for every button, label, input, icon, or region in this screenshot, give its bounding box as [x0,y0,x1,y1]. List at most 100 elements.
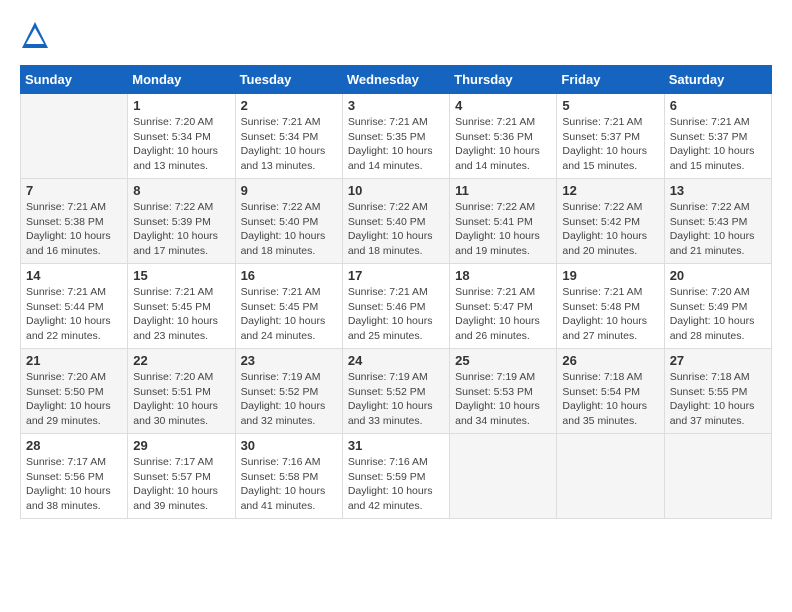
day-number: 26 [562,353,658,368]
calendar-cell: 27 Sunrise: 7:18 AMSunset: 5:55 PMDayligh… [664,349,771,434]
day-info: Sunrise: 7:22 AMSunset: 5:40 PMDaylight:… [348,200,444,259]
calendar-cell: 17Sunrise: 7:21 AMSunset: 5:46 PMDayligh… [342,264,449,349]
day-info: Sunrise: 7:22 AMSunset: 5:41 PMDaylight:… [455,200,551,259]
calendar-cell: 30Sunrise: 7:16 AMSunset: 5:58 PMDayligh… [235,434,342,519]
day-number: 16 [241,268,337,283]
day-info: Sunrise: 7:19 AMSunset: 5:52 PMDaylight:… [241,370,337,429]
logo-icon [20,20,50,50]
calendar-header-saturday: Saturday [664,66,771,94]
day-info: Sunrise: 7:18 AMSunset: 5:54 PMDaylight:… [562,370,658,429]
day-info: Sunrise: 7:22 AMSunset: 5:43 PMDaylight:… [670,200,766,259]
calendar-cell [557,434,664,519]
calendar-cell: 19Sunrise: 7:21 AMSunset: 5:48 PMDayligh… [557,264,664,349]
day-info: Sunrise: 7:20 AMSunset: 5:49 PMDaylight:… [670,285,766,344]
day-info: Sunrise: 7:16 AMSunset: 5:59 PMDaylight:… [348,455,444,514]
calendar-cell: 9 Sunrise: 7:22 AMSunset: 5:40 PMDaylight… [235,179,342,264]
day-number: 28 [26,438,122,453]
calendar-header-sunday: Sunday [21,66,128,94]
calendar-cell: 4 Sunrise: 7:21 AMSunset: 5:36 PMDaylight… [450,94,557,179]
day-number: 25 [455,353,551,368]
day-info: Sunrise: 7:21 AMSunset: 5:35 PMDaylight:… [348,115,444,174]
calendar-cell: 22 Sunrise: 7:20 AMSunset: 5:51 PMDayligh… [128,349,235,434]
calendar-cell: 5 Sunrise: 7:21 AMSunset: 5:37 PMDaylight… [557,94,664,179]
day-number: 8 [133,183,229,198]
calendar-table: SundayMondayTuesdayWednesdayThursdayFrid… [20,65,772,519]
day-info: Sunrise: 7:21 AMSunset: 5:45 PMDaylight:… [133,285,229,344]
day-info: Sunrise: 7:20 AMSunset: 5:51 PMDaylight:… [133,370,229,429]
calendar-cell: 15 Sunrise: 7:21 AMSunset: 5:45 PMDayligh… [128,264,235,349]
calendar-header-tuesday: Tuesday [235,66,342,94]
day-info: Sunrise: 7:21 AMSunset: 5:34 PMDaylight:… [241,115,337,174]
day-number: 4 [455,98,551,113]
calendar-week-5: 28Sunrise: 7:17 AMSunset: 5:56 PMDayligh… [21,434,772,519]
calendar-cell: 23 Sunrise: 7:19 AMSunset: 5:52 PMDayligh… [235,349,342,434]
calendar-cell: 6Sunrise: 7:21 AMSunset: 5:37 PMDaylight… [664,94,771,179]
day-info: Sunrise: 7:20 AMSunset: 5:34 PMDaylight:… [133,115,229,174]
day-number: 18 [455,268,551,283]
calendar-cell [664,434,771,519]
day-info: Sunrise: 7:22 AMSunset: 5:40 PMDaylight:… [241,200,337,259]
calendar-cell: 28Sunrise: 7:17 AMSunset: 5:56 PMDayligh… [21,434,128,519]
day-info: Sunrise: 7:22 AMSunset: 5:42 PMDaylight:… [562,200,658,259]
day-number: 2 [241,98,337,113]
day-number: 17 [348,268,444,283]
calendar-header-thursday: Thursday [450,66,557,94]
page-header [20,20,772,50]
calendar-cell: 31 Sunrise: 7:16 AMSunset: 5:59 PMDayligh… [342,434,449,519]
day-number: 13 [670,183,766,198]
day-number: 31 [348,438,444,453]
day-info: Sunrise: 7:21 AMSunset: 5:45 PMDaylight:… [241,285,337,344]
day-info: Sunrise: 7:21 AMSunset: 5:37 PMDaylight:… [670,115,766,174]
day-number: 3 [348,98,444,113]
calendar-cell: 21Sunrise: 7:20 AMSunset: 5:50 PMDayligh… [21,349,128,434]
calendar-cell: 20 Sunrise: 7:20 AMSunset: 5:49 PMDayligh… [664,264,771,349]
day-info: Sunrise: 7:21 AMSunset: 5:44 PMDaylight:… [26,285,122,344]
day-number: 14 [26,268,122,283]
day-info: Sunrise: 7:21 AMSunset: 5:47 PMDaylight:… [455,285,551,344]
calendar-cell: 2 Sunrise: 7:21 AMSunset: 5:34 PMDaylight… [235,94,342,179]
day-number: 1 [133,98,229,113]
calendar-cell: 18 Sunrise: 7:21 AMSunset: 5:47 PMDayligh… [450,264,557,349]
logo [20,20,54,50]
calendar-cell: 13 Sunrise: 7:22 AMSunset: 5:43 PMDayligh… [664,179,771,264]
day-number: 20 [670,268,766,283]
day-info: Sunrise: 7:21 AMSunset: 5:38 PMDaylight:… [26,200,122,259]
calendar-week-1: 1 Sunrise: 7:20 AMSunset: 5:34 PMDaylight… [21,94,772,179]
calendar-cell: 1 Sunrise: 7:20 AMSunset: 5:34 PMDaylight… [128,94,235,179]
day-info: Sunrise: 7:19 AMSunset: 5:53 PMDaylight:… [455,370,551,429]
day-number: 15 [133,268,229,283]
calendar-cell: 14 Sunrise: 7:21 AMSunset: 5:44 PMDayligh… [21,264,128,349]
day-number: 27 [670,353,766,368]
day-info: Sunrise: 7:21 AMSunset: 5:48 PMDaylight:… [562,285,658,344]
day-number: 29 [133,438,229,453]
day-number: 22 [133,353,229,368]
day-number: 11 [455,183,551,198]
calendar-cell: 16 Sunrise: 7:21 AMSunset: 5:45 PMDayligh… [235,264,342,349]
day-info: Sunrise: 7:19 AMSunset: 5:52 PMDaylight:… [348,370,444,429]
calendar-cell: 10Sunrise: 7:22 AMSunset: 5:40 PMDayligh… [342,179,449,264]
calendar-cell: 8 Sunrise: 7:22 AMSunset: 5:39 PMDaylight… [128,179,235,264]
calendar-cell: 24 Sunrise: 7:19 AMSunset: 5:52 PMDayligh… [342,349,449,434]
calendar-cell: 12Sunrise: 7:22 AMSunset: 5:42 PMDayligh… [557,179,664,264]
day-info: Sunrise: 7:20 AMSunset: 5:50 PMDaylight:… [26,370,122,429]
calendar-cell: 25 Sunrise: 7:19 AMSunset: 5:53 PMDayligh… [450,349,557,434]
day-info: Sunrise: 7:21 AMSunset: 5:36 PMDaylight:… [455,115,551,174]
calendar-cell: 3 Sunrise: 7:21 AMSunset: 5:35 PMDaylight… [342,94,449,179]
calendar-cell [450,434,557,519]
calendar-cell: 7 Sunrise: 7:21 AMSunset: 5:38 PMDaylight… [21,179,128,264]
day-info: Sunrise: 7:22 AMSunset: 5:39 PMDaylight:… [133,200,229,259]
calendar-cell [21,94,128,179]
day-number: 23 [241,353,337,368]
day-info: Sunrise: 7:18 AMSunset: 5:55 PMDaylight:… [670,370,766,429]
calendar-week-3: 14 Sunrise: 7:21 AMSunset: 5:44 PMDayligh… [21,264,772,349]
calendar-cell: 11 Sunrise: 7:22 AMSunset: 5:41 PMDayligh… [450,179,557,264]
day-info: Sunrise: 7:17 AMSunset: 5:57 PMDaylight:… [133,455,229,514]
day-info: Sunrise: 7:16 AMSunset: 5:58 PMDaylight:… [241,455,337,514]
calendar-header-wednesday: Wednesday [342,66,449,94]
day-number: 7 [26,183,122,198]
calendar-week-2: 7 Sunrise: 7:21 AMSunset: 5:38 PMDaylight… [21,179,772,264]
day-info: Sunrise: 7:21 AMSunset: 5:37 PMDaylight:… [562,115,658,174]
day-number: 24 [348,353,444,368]
day-number: 9 [241,183,337,198]
day-number: 5 [562,98,658,113]
